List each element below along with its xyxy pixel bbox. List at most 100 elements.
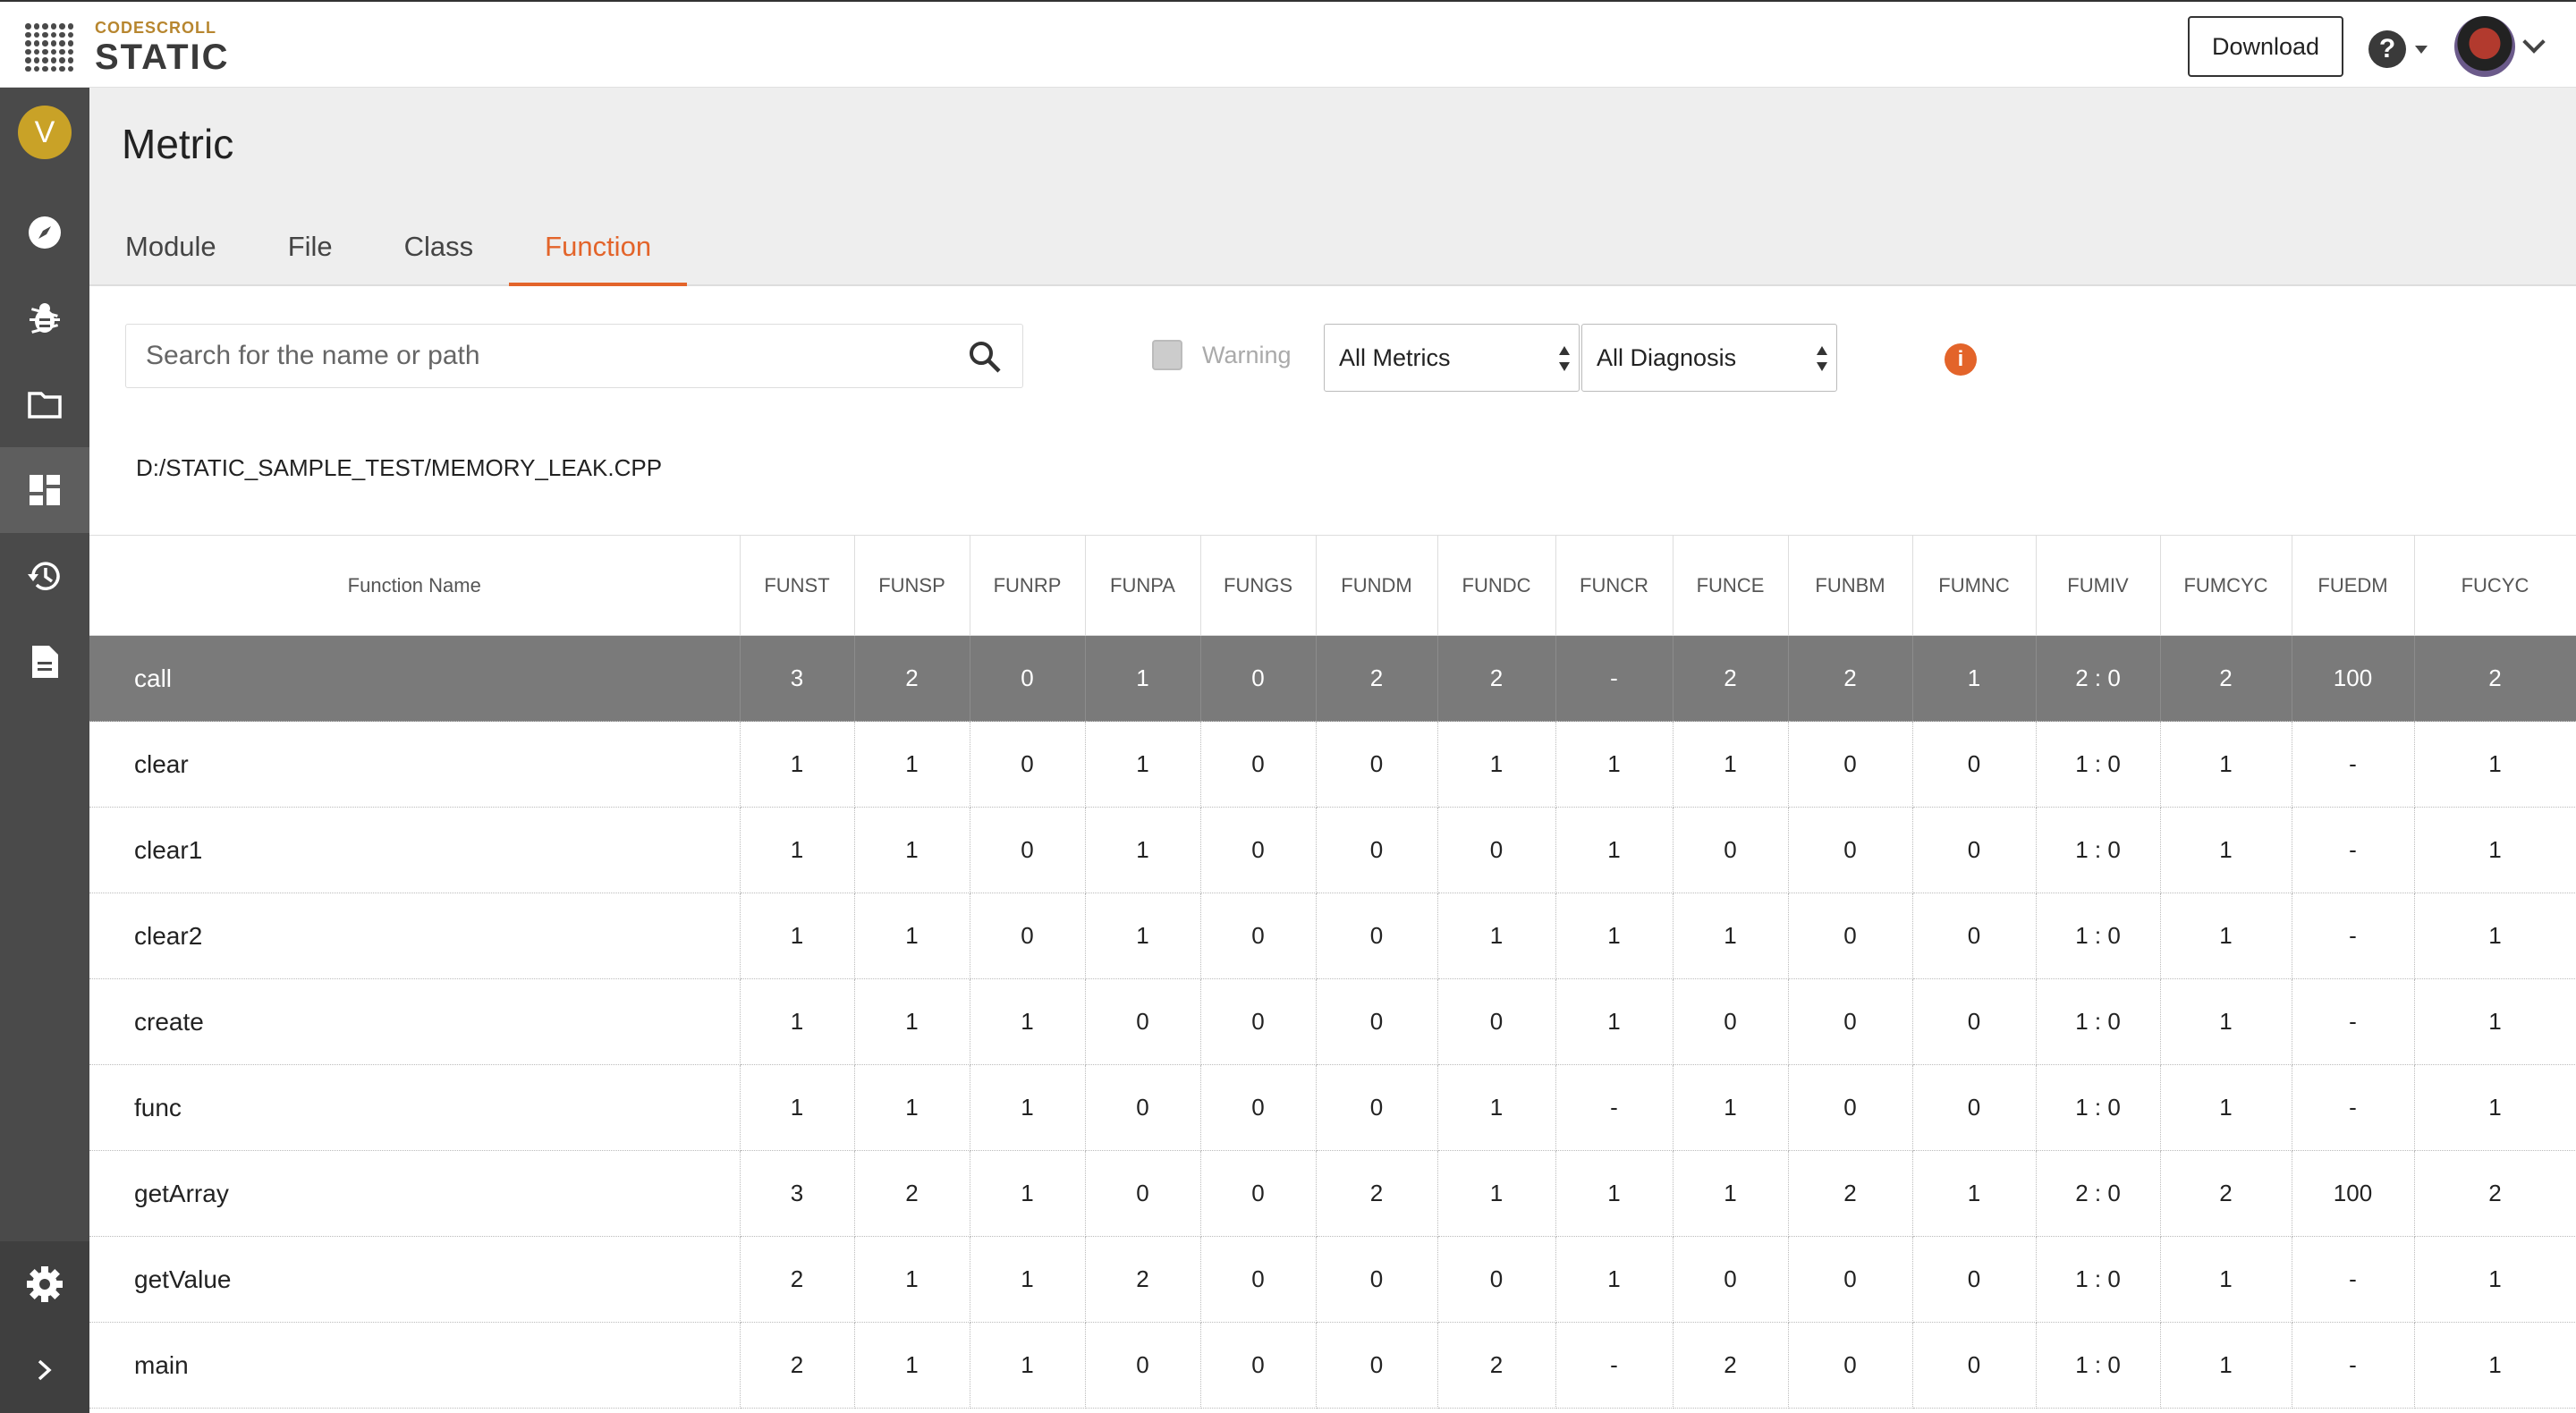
column-header-fundc[interactable]: FUNDC [1437, 535, 1556, 636]
column-header-fuedm[interactable]: FUEDM [2292, 535, 2415, 636]
metric-cell: 0 [1200, 1322, 1317, 1409]
table-row[interactable]: getValue 2 1 1 2 0 0 0 1 0 0 0 1 : 01-1 [89, 1236, 2576, 1323]
metric-cell: - [1555, 635, 1674, 722]
function-name-cell: clear [89, 721, 741, 808]
column-header-function-name[interactable]: Function Name [89, 535, 741, 636]
compass-icon [29, 216, 61, 249]
metric-cell: 1 [2160, 807, 2292, 893]
metric-cell: 2 [2160, 1150, 2292, 1237]
user-avatar[interactable] [2454, 16, 2515, 77]
warning-checkbox[interactable] [1152, 340, 1182, 370]
metric-cell: 1 [1437, 1064, 1556, 1151]
metric-cell: 3 [740, 1150, 855, 1237]
metric-cell: 3 [740, 635, 855, 722]
metric-cell: 1 [740, 807, 855, 893]
metric-cell: 1 [1555, 721, 1674, 808]
metric-cell: 1 [970, 1064, 1086, 1151]
sidebar-item-metric[interactable] [0, 447, 89, 533]
table-row[interactable]: getArray 3 2 1 0 0 2 1 1 1 2 1 2 : 0 2 100 2 [89, 1150, 2576, 1237]
metric-cell: 1 [2414, 1322, 2576, 1409]
column-header-funcr[interactable]: FUNCR [1555, 535, 1674, 636]
metric-cell: 1 : 0 [2036, 978, 2161, 1065]
metric-cell: - [2292, 1236, 2415, 1323]
metric-cell: 1 [740, 893, 855, 979]
sidebar-item-explore[interactable] [0, 190, 89, 275]
table-row[interactable]: clear2 1 1 0 1 0 0 1 1 1 0 0 1 : 01-1 [89, 893, 2576, 979]
sidebar-item-defects[interactable] [0, 275, 89, 361]
logo-company: CODESCROLL [95, 19, 216, 37]
search-input[interactable] [126, 325, 931, 387]
metric-cell: 1 [2160, 1236, 2292, 1323]
column-header-fundm[interactable]: FUNDM [1316, 535, 1438, 636]
column-header-funsp[interactable]: FUNSP [854, 535, 970, 636]
metric-cell: 1 [854, 1064, 970, 1151]
warning-filter[interactable]: Warning [1152, 340, 1292, 370]
sidebar: V [0, 88, 89, 1413]
table-row[interactable]: clear1 1 1 0 1 0 0 0 1 0 0 0 1 : 01-1 [89, 807, 2576, 893]
metric-cell: 1 [970, 1322, 1086, 1409]
column-header-funbm[interactable]: FUNBM [1788, 535, 1913, 636]
download-button[interactable]: Download [2188, 16, 2343, 77]
function-name-cell: clear1 [89, 807, 741, 893]
metric-cell: 1 [2160, 1322, 2292, 1409]
metric-cell: 1 [2414, 1236, 2576, 1323]
metrics-select[interactable]: All Metrics [1324, 324, 1580, 392]
column-header-fumnc[interactable]: FUMNC [1912, 535, 2037, 636]
function-name-cell: clear2 [89, 893, 741, 979]
sidebar-item-files[interactable] [0, 361, 89, 447]
metric-cell: 1 [1555, 807, 1674, 893]
column-header-fucyc[interactable]: FUCYC [2414, 535, 2576, 636]
tab-module[interactable]: Module [89, 222, 252, 286]
tab-file[interactable]: File [252, 222, 369, 286]
metric-cell: 0 [970, 721, 1086, 808]
diagnosis-select[interactable]: All Diagnosis [1581, 324, 1837, 392]
metric-cell: 1 [1912, 635, 2037, 722]
table-row[interactable]: call 3 2 0 1 0 2 2-2 2 1 2 : 0 2 100 2 [89, 635, 2576, 722]
tab-function[interactable]: Function [509, 222, 688, 286]
column-header-funpa[interactable]: FUNPA [1085, 535, 1201, 636]
table-row[interactable]: main 2 1 1 0 0 0 2-2 0 0 1 : 01-1 [89, 1322, 2576, 1409]
help-menu[interactable]: ? [2368, 30, 2428, 68]
column-header-fungs[interactable]: FUNGS [1200, 535, 1317, 636]
metric-cell: 1 [2160, 721, 2292, 808]
sidebar-item-history[interactable] [0, 533, 89, 619]
chevron-down-icon[interactable] [2522, 30, 2546, 54]
metric-cell: 0 [1316, 1064, 1438, 1151]
table-row[interactable]: create 1 1 1 0 0 0 0 1 0 0 0 1 : 01-1 [89, 978, 2576, 1065]
column-header-funrp[interactable]: FUNRP [970, 535, 1086, 636]
metric-table: Function Name FUNST FUNSP FUNRP FUNPA FUNGS FU… [89, 535, 2576, 1409]
metric-cell: 2 [1788, 1150, 1913, 1237]
table-row[interactable]: func 1 1 1 0 0 0 1-1 0 0 1 : 01-1 [89, 1064, 2576, 1151]
tab-class[interactable]: Class [369, 222, 510, 286]
tab-bar: Module File Class Function [89, 222, 688, 286]
column-header-fumiv[interactable]: FUMIV [2036, 535, 2161, 636]
search-icon[interactable] [967, 339, 1003, 375]
metric-cell: 100 [2292, 635, 2415, 722]
metric-cell: 0 [1085, 978, 1201, 1065]
metric-cell: 0 [1316, 807, 1438, 893]
info-icon[interactable]: i [1945, 343, 1977, 376]
metric-cell: 0 [1788, 721, 1913, 808]
metric-cell: 1 : 0 [2036, 1064, 2161, 1151]
table-row[interactable]: clear 1 1 0 1 0 0 1 1 1 0 0 1 : 01-1 [89, 721, 2576, 808]
metric-cell: 1 [1673, 1150, 1789, 1237]
metric-cell: - [1555, 1322, 1674, 1409]
metric-cell: 2 [854, 1150, 970, 1237]
column-header-fumcyc[interactable]: FUMCYC [2160, 535, 2292, 636]
metric-cell: 1 : 0 [2036, 721, 2161, 808]
metric-cell: 2 [2160, 635, 2292, 722]
settings-button[interactable] [0, 1241, 89, 1327]
sidebar-bottom [0, 1241, 89, 1413]
metric-cell: 0 [1200, 893, 1317, 979]
user-initial-avatar[interactable]: V [18, 106, 72, 159]
metric-cell: 1 [740, 721, 855, 808]
metric-cell: 1 [970, 978, 1086, 1065]
metric-cell: 0 [1200, 807, 1317, 893]
expand-sidebar-button[interactable] [0, 1327, 89, 1413]
app-logo[interactable]: CODESCROLL STATIC [25, 20, 230, 75]
metric-cell: 2 [1316, 635, 1438, 722]
column-header-funst[interactable]: FUNST [740, 535, 855, 636]
metric-cell: 0 [1912, 1322, 2037, 1409]
column-header-funce[interactable]: FUNCE [1673, 535, 1789, 636]
sidebar-item-report[interactable] [0, 619, 89, 705]
